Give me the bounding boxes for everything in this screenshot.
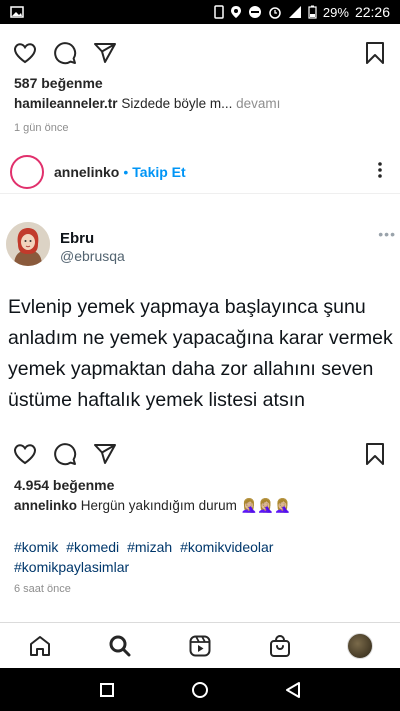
dnd-icon: [248, 6, 261, 18]
battery-percent: 29%: [322, 4, 349, 20]
post-likes[interactable]: 4.954 beğenme: [14, 477, 114, 493]
prev-post-caption: hamileanneler.tr Sizdede böyle m... deva…: [14, 96, 280, 111]
caption-username[interactable]: annelinko: [14, 498, 77, 513]
like-icon[interactable]: [12, 441, 38, 467]
post-avatar[interactable]: [10, 154, 44, 189]
more-options-icon[interactable]: [370, 161, 390, 183]
home-button-icon[interactable]: [187, 677, 213, 703]
post-image[interactable]: Ebru @ebrusqa ••• Evlenip yemek yapmaya …: [0, 196, 400, 428]
tweet-menu-icon: •••: [378, 226, 396, 242]
follow-button[interactable]: Takip Et: [132, 164, 185, 180]
post-time: 6 saat önce: [14, 583, 71, 595]
tweet-avatar: [6, 222, 50, 266]
location-icon: [230, 6, 241, 18]
prev-post-likes[interactable]: 587 beğenme: [14, 75, 103, 91]
hashtag-list: #komik #komedi #mizah #komikvideolar #ko…: [14, 537, 384, 577]
hashtag[interactable]: #komikvideolar: [180, 539, 273, 555]
shop-icon[interactable]: [267, 633, 293, 659]
tweet-author-name: Ebru: [60, 230, 95, 247]
comment-icon[interactable]: [52, 40, 78, 66]
post-username[interactable]: annelinko: [54, 164, 119, 180]
search-icon[interactable]: [107, 633, 133, 659]
caption-text: Sizdede böyle m...: [121, 96, 233, 111]
save-icon[interactable]: [362, 441, 388, 467]
save-icon[interactable]: [362, 40, 388, 66]
profile-avatar[interactable]: [347, 632, 373, 659]
alarm-icon: [269, 7, 281, 19]
like-icon[interactable]: [12, 40, 38, 66]
prev-post-time: 1 gün önce: [14, 122, 69, 134]
home-icon[interactable]: [27, 633, 53, 659]
hashtag[interactable]: #komikpaylasimlar: [14, 559, 129, 575]
prev-post-actions: [0, 37, 400, 69]
caption-username[interactable]: hamileanneler.tr: [14, 96, 118, 111]
reels-icon[interactable]: [187, 633, 213, 659]
comment-icon[interactable]: [52, 441, 78, 467]
clock: 22:26: [354, 4, 390, 20]
post-actions: [0, 438, 400, 470]
battery-icon: [308, 5, 317, 19]
post-caption: annelinko Hergün yakındığım durum 🤦🏼‍♀️🤦…: [14, 498, 291, 514]
hashtag[interactable]: #komedi: [66, 539, 119, 555]
separator-dot: •: [123, 163, 129, 180]
status-right: 29% 22:26: [214, 4, 390, 20]
share-icon[interactable]: [92, 40, 118, 66]
share-icon[interactable]: [92, 441, 118, 467]
hashtag[interactable]: #mizah: [127, 539, 172, 555]
bottom-nav: [0, 622, 400, 668]
more-link[interactable]: devamı: [236, 96, 280, 111]
recents-icon[interactable]: [94, 677, 120, 703]
phone-icon: [214, 5, 224, 19]
android-nav-bar: [0, 668, 400, 711]
tweet-author-handle: @ebrusqa: [60, 248, 125, 264]
tweet-text: Evlenip yemek yapmaya başlayınca şunu an…: [8, 296, 393, 411]
status-left: [10, 5, 24, 19]
post-header: annelinko • Takip Et: [0, 150, 400, 194]
signal-icon: [288, 6, 301, 18]
hashtag[interactable]: #komik: [14, 539, 58, 555]
image-icon: [10, 6, 24, 18]
caption-text: Hergün yakındığım durum 🤦🏼‍♀️🤦🏼‍♀️🤦🏼‍♀️: [80, 498, 292, 513]
status-bar: 29% 22:26: [0, 0, 400, 24]
back-icon[interactable]: [280, 677, 306, 703]
